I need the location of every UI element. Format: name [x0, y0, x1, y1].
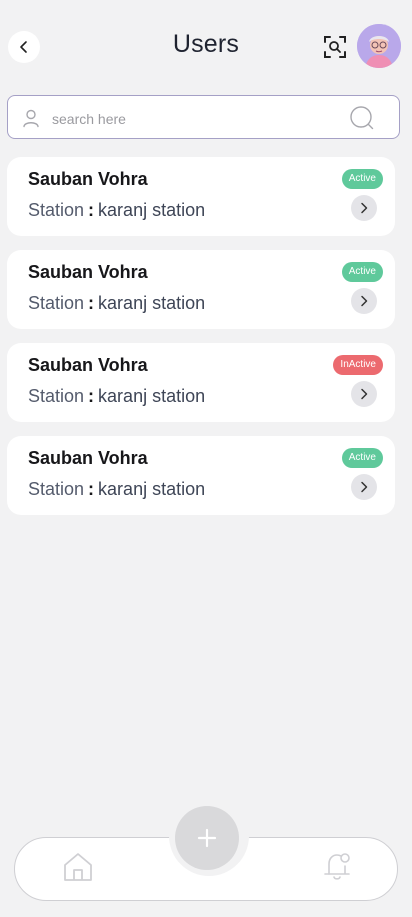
- bell-icon[interactable]: [321, 849, 355, 883]
- open-user-button[interactable]: [351, 474, 377, 500]
- user-avatar-icon: [357, 24, 401, 68]
- station-value: karanj station: [98, 293, 206, 313]
- status-badge: Active: [341, 169, 383, 189]
- user-station: Station: karanj station: [28, 479, 205, 500]
- user-name: Sauban Vohra: [28, 448, 148, 468]
- chevron-right-icon: [361, 388, 368, 400]
- header: Users: [0, 0, 412, 94]
- station-separator: :: [88, 479, 95, 499]
- scan-icon[interactable]: [322, 34, 348, 60]
- station-label: Station: [28, 200, 85, 220]
- user-card[interactable]: Sauban Vohra Station: karanj station Acti…: [7, 157, 395, 236]
- station-value: karanj station: [98, 479, 206, 499]
- station-separator: :: [88, 293, 95, 313]
- search-icon[interactable]: [349, 105, 375, 131]
- user-card[interactable]: Sauban Vohra Station: karanj station Acti…: [7, 250, 395, 329]
- user-name: Sauban Vohra: [28, 262, 148, 282]
- add-user-button[interactable]: [175, 806, 239, 870]
- open-user-button[interactable]: [351, 195, 377, 221]
- user-card[interactable]: Sauban Vohra Station: karanj station Acti…: [7, 436, 395, 515]
- search-bar: [7, 95, 400, 139]
- station-label: Station: [28, 293, 85, 313]
- station-separator: :: [88, 200, 95, 220]
- user-icon: [23, 109, 39, 128]
- chevron-right-icon: [361, 481, 368, 493]
- status-badge: Active: [341, 448, 383, 468]
- open-user-button[interactable]: [351, 288, 377, 314]
- user-name: Sauban Vohra: [28, 169, 148, 189]
- user-name: Sauban Vohra: [28, 355, 148, 375]
- user-station: Station: karanj station: [28, 200, 205, 221]
- search-input[interactable]: [50, 106, 344, 132]
- chevron-right-icon: [361, 295, 368, 307]
- avatar[interactable]: [357, 24, 401, 68]
- user-card[interactable]: Sauban Vohra Station: karanj station InAc…: [7, 343, 395, 422]
- station-label: Station: [28, 386, 85, 406]
- home-icon[interactable]: [62, 851, 94, 883]
- plus-icon: [197, 828, 217, 848]
- station-value: karanj station: [98, 386, 206, 406]
- station-label: Station: [28, 479, 85, 499]
- user-station: Station: karanj station: [28, 386, 205, 407]
- chevron-right-icon: [361, 202, 368, 214]
- user-station: Station: karanj station: [28, 293, 205, 314]
- user-list: Sauban Vohra Station: karanj station Acti…: [7, 157, 395, 529]
- station-value: karanj station: [98, 200, 206, 220]
- station-separator: :: [88, 386, 95, 406]
- status-badge: Active: [341, 262, 383, 282]
- open-user-button[interactable]: [351, 381, 377, 407]
- status-badge: InActive: [333, 355, 383, 375]
- page-title: Users: [172, 30, 240, 58]
